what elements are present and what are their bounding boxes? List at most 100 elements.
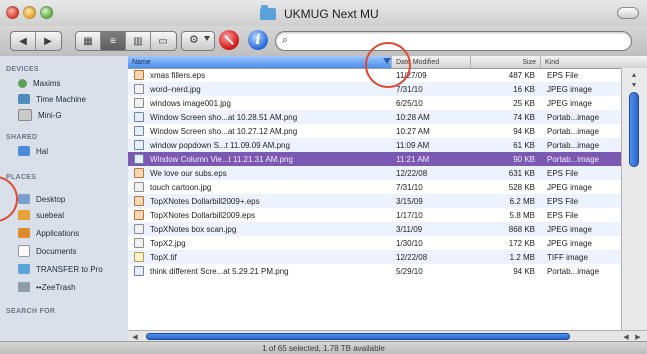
file-name: Window Screen sho...at 10.27.12 AM.png xyxy=(150,126,298,136)
status-text: 1 of 65 selected, 1.78 TB available xyxy=(262,343,385,353)
icon-view-button[interactable]: ▦ xyxy=(76,32,101,50)
sidebar-item-desktop[interactable]: Desktop xyxy=(18,192,65,206)
sidebar-item-hal[interactable]: Hal xyxy=(18,144,48,158)
file-size: 61 KB xyxy=(513,140,535,150)
file-row[interactable]: touch cartoon.jpg 7/31/10 528 KB JPEG image xyxy=(128,180,621,194)
file-kind: EPS File xyxy=(547,210,579,220)
file-name: TopXNotes Dollarbill2009.eps xyxy=(150,210,255,220)
file-row[interactable]: TopX.tif 12/22/08 1.2 MB TIFF image xyxy=(128,250,621,264)
file-date-modified: 3/15/09 xyxy=(396,196,423,206)
file-size: 94 KB xyxy=(513,266,535,276)
file-name: TopX2.jpg xyxy=(150,238,186,248)
file-list: Name Date Modified Size Kind xmas filler… xyxy=(128,56,647,341)
sidebar-item-time-machine[interactable]: Time Machine xyxy=(18,92,86,106)
file-row[interactable]: TopX2.jpg 1/30/10 172 KB JPEG image xyxy=(128,236,621,250)
window-title-text: UKMUG Next MU xyxy=(284,7,379,21)
sidebar-section-devices: DEVICES xyxy=(6,66,39,73)
sidebar-item-zeetrash[interactable]: ••ZeeTrash xyxy=(18,280,76,294)
toolbar-toggle-button[interactable] xyxy=(617,7,639,19)
file-date-modified: 1/30/10 xyxy=(396,238,423,248)
sidebar-item-transfer-to-pro[interactable]: TRANSFER to Pro xyxy=(18,262,103,276)
scroll-up-icon[interactable]: ▲ xyxy=(629,70,639,80)
file-row[interactable]: think different Scre...at 5.29.21 PM.png… xyxy=(128,264,621,278)
sidebar-item-mini-g[interactable]: Mini-G xyxy=(18,108,62,122)
file-name: xmas fillers.eps xyxy=(150,70,206,80)
file-name: windows image001.jpg xyxy=(150,98,231,108)
file-row[interactable]: TopXNotes box scan.jpg 3/11/09 868 KB JPEG … xyxy=(128,222,621,236)
file-size: 25 KB xyxy=(513,98,535,108)
vertical-scrollbar[interactable]: ▲ ▼ xyxy=(621,68,647,330)
scroll-right-icon[interactable]: ▶ xyxy=(633,332,643,341)
forward-button[interactable]: ▶ xyxy=(36,32,60,50)
zoom-button[interactable] xyxy=(40,6,53,19)
vertical-scroll-thumb[interactable] xyxy=(629,92,639,167)
chevron-down-icon xyxy=(204,36,210,41)
file-row[interactable]: window popdown S...t 11.09.09 AM.png 11:0… xyxy=(128,138,621,152)
column-view-button[interactable]: ▥ xyxy=(126,32,151,50)
sidebar-item-applications[interactable]: Applications xyxy=(18,226,79,240)
file-kind: JPEG image xyxy=(547,84,592,94)
action-menu-button[interactable]: ⚙ xyxy=(181,31,215,51)
scroll-left-icon[interactable]: ◀ xyxy=(130,332,140,341)
close-button[interactable] xyxy=(6,6,19,19)
sidebar-item-label: Documents xyxy=(36,246,77,256)
file-date-modified: 7/31/10 xyxy=(396,84,423,94)
file-row[interactable]: TopXNotes Dollarbill2009+.eps 3/15/09 6.2 … xyxy=(128,194,621,208)
back-forward-control: ◀ ▶ xyxy=(10,31,62,51)
column-header-kind[interactable]: Kind xyxy=(541,56,621,68)
folder-icon xyxy=(18,264,30,274)
file-date-modified: 6/25/10 xyxy=(396,98,423,108)
sidebar-section-places: PLACES xyxy=(6,174,37,181)
file-date-modified: 12/22/08 xyxy=(396,252,428,262)
sidebar-item-label: Desktop xyxy=(36,194,66,204)
time-machine-icon xyxy=(18,94,30,104)
file-date-modified: 7/31/10 xyxy=(396,182,423,192)
file-row[interactable]: Window Column Vie...t 11.21.31 AM.png 11:… xyxy=(128,152,621,166)
search-field[interactable]: ⌕ xyxy=(275,31,632,51)
file-name: Window Screen sho...at 10.28.51 AM.png xyxy=(150,112,298,122)
file-kind: EPS File xyxy=(547,196,579,206)
file-date-modified: 5/29/10 xyxy=(396,266,423,276)
sidebar-item-documents[interactable]: Documents xyxy=(18,244,76,258)
file-row[interactable]: windows image001.jpg 6/25/10 25 KB JPEG ima… xyxy=(128,96,621,110)
sidebar-item-label: ••ZeeTrash xyxy=(36,282,76,292)
info-icon[interactable]: i xyxy=(248,30,268,50)
annotation-circle-sort xyxy=(365,42,411,88)
column-header-name[interactable]: Name xyxy=(128,56,392,68)
file-row[interactable]: Window Screen sho...at 10.27.12 AM.png 10… xyxy=(128,124,621,138)
titlebar: UKMUG Next MU xyxy=(0,0,647,27)
file-size: 487 KB xyxy=(508,70,535,80)
desktop-icon xyxy=(18,194,30,204)
trash-icon xyxy=(18,282,30,292)
column-header-size[interactable]: Size xyxy=(471,56,541,68)
file-name: TopXNotes box scan.jpg xyxy=(150,224,237,234)
file-row[interactable]: We love our subs.eps 12/22/08 631 KB EPS Fi… xyxy=(128,166,621,180)
file-date-modified: 3/11/09 xyxy=(396,224,423,234)
computer-icon xyxy=(18,109,32,121)
prohibited-icon[interactable] xyxy=(219,30,239,50)
back-button[interactable]: ◀ xyxy=(11,32,36,50)
sidebar-item-label: suebeal xyxy=(36,210,65,220)
sidebar-item-maxims[interactable]: Maxims xyxy=(18,76,61,90)
horizontal-scroll-thumb[interactable] xyxy=(146,333,570,340)
cover-flow-button[interactable]: ▭ xyxy=(151,32,175,50)
file-date-modified: 1/17/10 xyxy=(396,210,423,220)
chevron-left-icon: ◀ xyxy=(19,35,27,47)
minimize-button[interactable] xyxy=(23,6,36,19)
scroll-down-icon[interactable]: ▼ xyxy=(629,80,639,90)
file-size: 172 KB xyxy=(508,238,535,248)
sidebar-section-search-for[interactable]: SEARCH FOR xyxy=(6,308,55,315)
file-kind: Portab...image xyxy=(547,112,600,122)
file-kind: JPEG image xyxy=(547,182,592,192)
horizontal-scrollbar[interactable]: ◀ ◀ ▶ xyxy=(128,330,647,341)
sidebar-item-suebeal[interactable]: suebeal xyxy=(18,208,64,222)
file-row[interactable]: Window Screen sho...at 10.28.51 AM.png 10… xyxy=(128,110,621,124)
scroll-left-icon-2[interactable]: ◀ xyxy=(621,332,631,341)
file-date-modified: 10:27 AM xyxy=(396,126,430,136)
status-bar: 1 of 65 selected, 1.78 TB available xyxy=(0,341,647,354)
toolbar: ◀ ▶ ▦ ≡ ▥ ▭ ⚙ i ⌕ xyxy=(0,26,647,57)
file-kind: JPEG image xyxy=(547,224,592,234)
list-view-button[interactable]: ≡ xyxy=(101,32,126,50)
cover-flow-icon: ▭ xyxy=(158,35,168,47)
file-row[interactable]: TopXNotes Dollarbill2009.eps 1/17/10 5.8 M… xyxy=(128,208,621,222)
